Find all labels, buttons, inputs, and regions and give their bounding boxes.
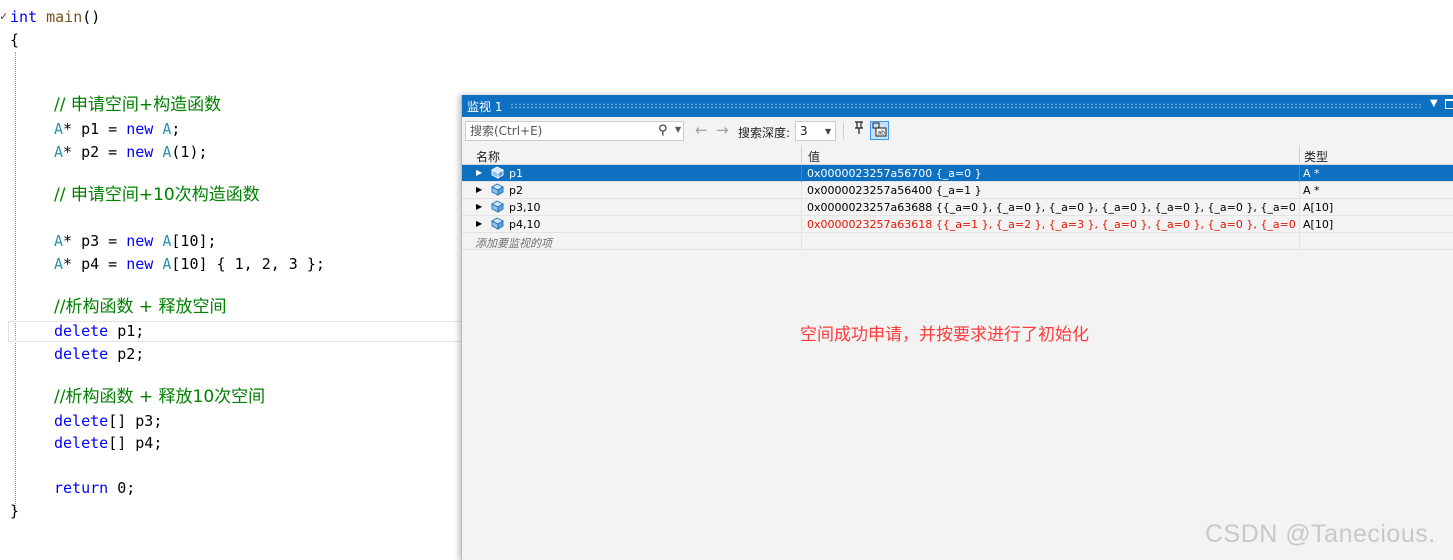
search-input[interactable]: [466, 122, 656, 140]
add-watch-row[interactable]: 添加要监视的项: [462, 233, 1453, 250]
chevron-down-icon: ▼: [825, 127, 832, 136]
code-line-return: return 0;: [54, 479, 136, 497]
watch-toolbar: ⚲ ▼ ← → 搜索深度: 3 ▼ ab: [462, 118, 1453, 144]
code-line-delete-p3: delete[] p3;: [54, 412, 163, 430]
row-type: A *: [1303, 184, 1320, 197]
comment-text: // 申请空间+10次构造函数: [54, 185, 260, 205]
code-line-close-brace: }: [10, 502, 20, 520]
row-type: A *: [1303, 167, 1320, 180]
pin-icon[interactable]: [849, 121, 868, 140]
function-name: main: [46, 8, 83, 26]
row-value: 0x0000023257a56700 {_a=0 }: [807, 167, 982, 180]
watch-row-p1[interactable]: ▶ p1 0x0000023257a56700 {_a=0 } A *: [462, 165, 1453, 182]
add-watch-placeholder[interactable]: 添加要监视的项: [475, 235, 552, 251]
expand-arrow-icon[interactable]: ▶: [476, 219, 482, 228]
code-text: {: [10, 31, 20, 49]
code-line-delete-p4: delete[] p4;: [54, 434, 163, 452]
row-type: A[10]: [1303, 201, 1334, 214]
code-comment-4: //析构函数 + 释放10次空间: [54, 386, 265, 408]
object-icon: [491, 200, 504, 213]
cell-divider: [801, 233, 802, 250]
code-line-p4: A* p4 = new A[10] { 1, 2, 3 };: [54, 255, 325, 273]
watermark: CSDN @Tanecious.: [1205, 520, 1436, 548]
comment-text: //析构函数 + 释放10次空间: [54, 387, 266, 407]
column-header-type[interactable]: 类型: [1304, 148, 1328, 165]
forward-arrow-icon[interactable]: →: [716, 121, 729, 139]
watch-row-p2[interactable]: ▶ p2 0x0000023257a56400 {_a=1 } A *: [462, 182, 1453, 199]
column-header-value[interactable]: 值: [808, 148, 820, 165]
expand-arrow-icon[interactable]: ▶: [476, 168, 482, 177]
object-icon: [491, 166, 504, 179]
search-icon[interactable]: ⚲: [658, 123, 668, 138]
hex-display-icon[interactable]: ab: [870, 121, 889, 140]
code-line-p1: A* p1 = new A;: [54, 120, 181, 138]
row-name: p1: [509, 167, 523, 180]
search-depth-value: 3: [800, 124, 808, 138]
cell-divider: [1299, 165, 1300, 182]
cell-divider: [801, 165, 802, 182]
row-name: p2: [509, 184, 523, 197]
cell-divider: [801, 216, 802, 233]
row-name: p3,10: [509, 201, 541, 214]
object-icon: [491, 183, 504, 196]
expand-arrow-icon[interactable]: ▶: [476, 202, 482, 211]
search-box[interactable]: ⚲ ▼: [465, 121, 684, 141]
column-resizer[interactable]: [801, 145, 802, 165]
code-line-p2: A* p2 = new A(1);: [54, 143, 208, 161]
comment-text: // 申请空间+构造函数: [54, 95, 222, 115]
window-menu-dropdown-icon[interactable]: ▼: [1430, 98, 1438, 109]
watch-title-bar[interactable]: 监视 1 ▼: [462, 95, 1453, 117]
search-depth-select[interactable]: 3 ▼: [795, 121, 836, 141]
toolbar-separator: [843, 123, 844, 139]
fold-guide-line: [15, 52, 17, 512]
keyword: int: [10, 8, 38, 26]
watch-row-p4[interactable]: ▶ p4,10 0x0000023257a63618 {{_a=1 }, {_a…: [462, 216, 1453, 233]
search-depth-label: 搜索深度:: [738, 126, 791, 140]
svg-text:ab: ab: [878, 130, 886, 137]
code-line-open-brace: {: [10, 29, 19, 51]
code-comment-1: // 申请空间+构造函数: [54, 94, 221, 116]
expand-arrow-icon[interactable]: ▶: [476, 185, 482, 194]
drag-grip[interactable]: [510, 103, 1422, 109]
column-header-name[interactable]: 名称: [476, 148, 500, 165]
row-name: p4,10: [509, 218, 541, 231]
fold-marker-icon[interactable]: ✓: [0, 9, 7, 23]
code-text: (): [82, 8, 101, 26]
watch-row-p3[interactable]: ▶ p3,10 0x0000023257a63688 {{_a=0 }, {_a…: [462, 199, 1453, 216]
row-type: A[10]: [1303, 218, 1334, 231]
row-value-changed: 0x0000023257a63618 {{_a=1 }, {_a=2 }, {_…: [807, 218, 1295, 231]
search-dropdown-icon[interactable]: ▼: [675, 125, 681, 134]
grid-header: 名称 值 类型: [462, 145, 1453, 165]
object-icon: [491, 217, 504, 230]
code-line-delete-p1: delete p1;: [54, 322, 145, 340]
cell-divider: [801, 182, 802, 199]
watch-grid[interactable]: 名称 值 类型 ▶ p1 0x0000023257a56700 {_a=0 } …: [462, 145, 1453, 560]
row-value: 0x0000023257a63688 {{_a=0 }, {_a=0 }, {_…: [807, 201, 1295, 214]
cell-divider: [801, 199, 802, 216]
back-arrow-icon[interactable]: ←: [695, 121, 708, 139]
watch-title: 监视 1: [467, 100, 503, 114]
cell-divider: [1299, 216, 1300, 233]
cell-divider: [1299, 199, 1300, 216]
row-value: 0x0000023257a56400 {_a=1 }: [807, 184, 982, 197]
code-line-delete-p2: delete p2;: [54, 345, 145, 363]
code-comment-3: //析构函数 + 释放空间: [54, 296, 227, 318]
column-resizer[interactable]: [1299, 145, 1300, 165]
cell-divider: [1299, 233, 1300, 250]
comment-text: //析构函数 + 释放空间: [54, 297, 227, 317]
annotation-text: 空间成功申请，并按要求进行了初始化: [800, 325, 1089, 345]
maximize-icon[interactable]: [1445, 99, 1453, 109]
cell-divider: [1299, 182, 1300, 199]
code-comment-2: // 申请空间+10次构造函数: [54, 184, 260, 206]
code-line-p3: A* p3 = new A[10];: [54, 232, 217, 250]
code-line-main-signature: int main(): [10, 6, 100, 28]
